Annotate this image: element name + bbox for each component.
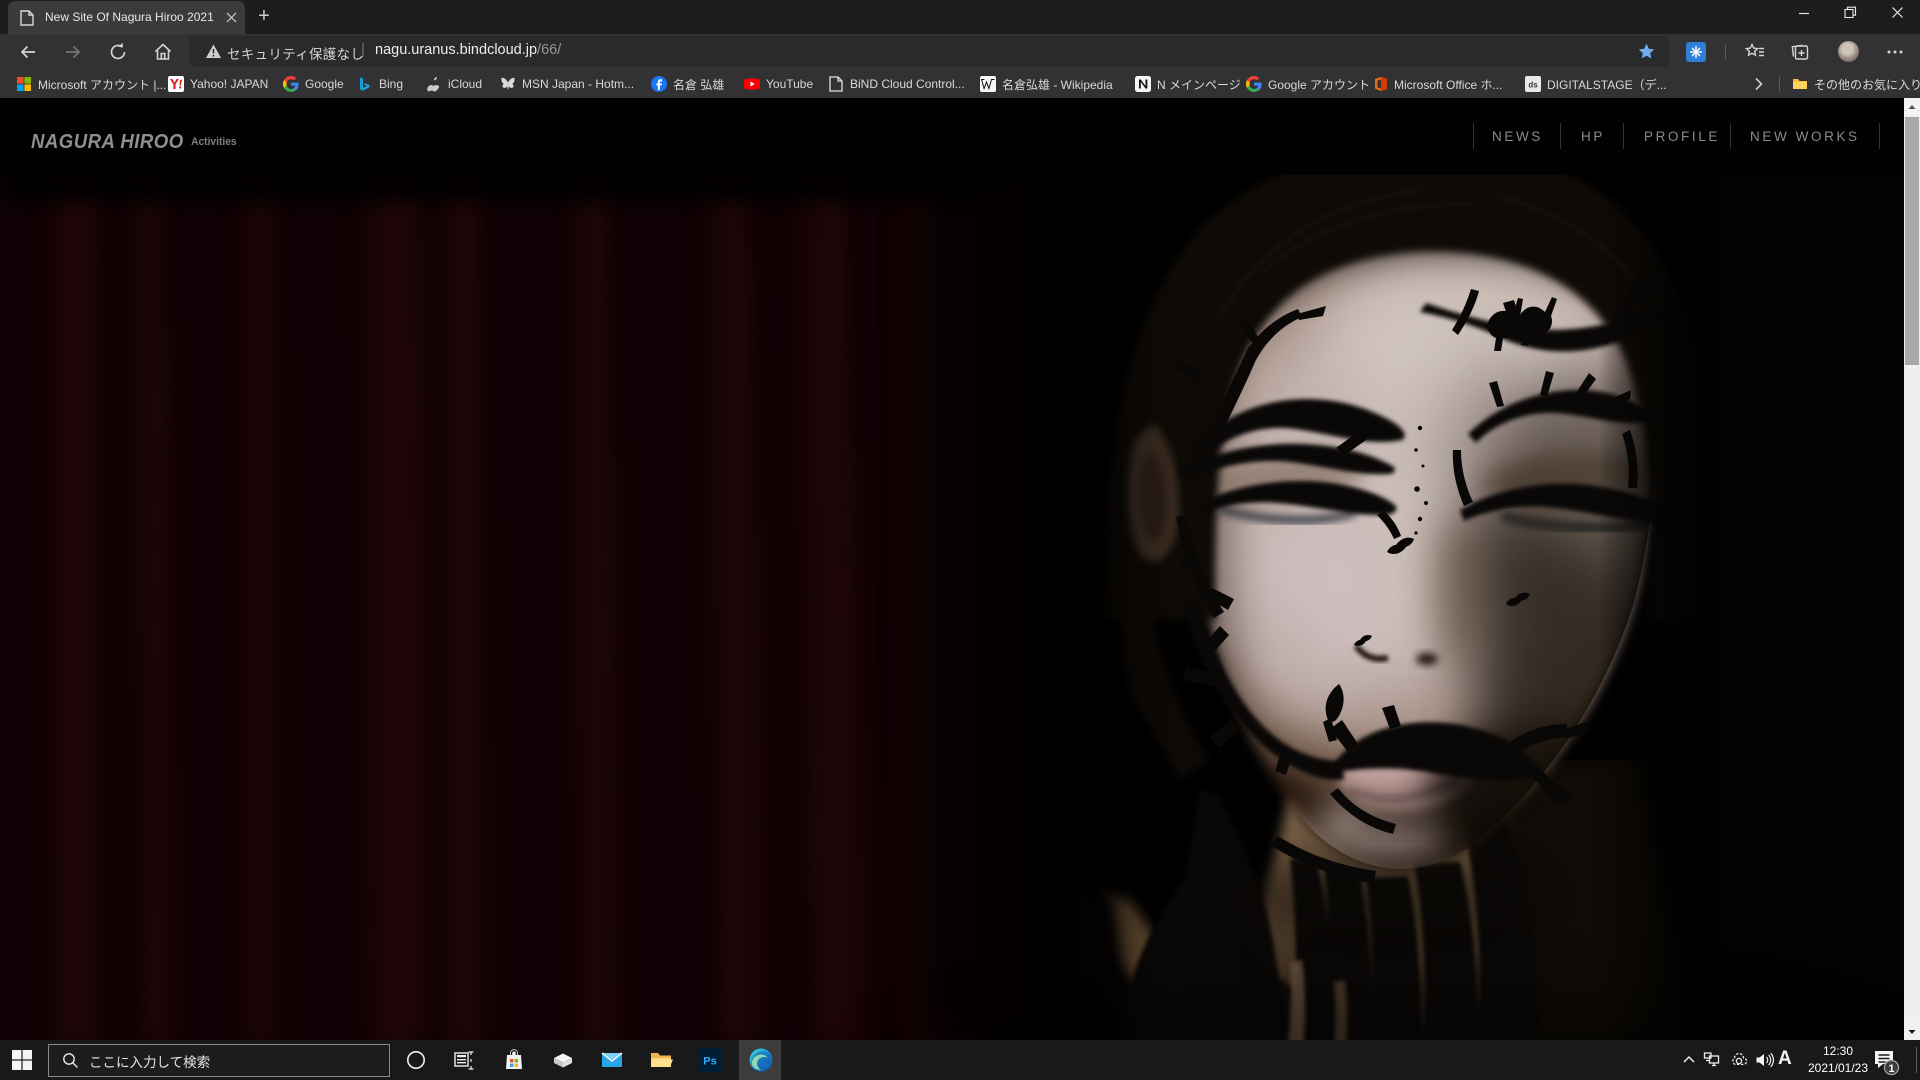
svg-text:Ps: Ps bbox=[703, 1056, 716, 1068]
svg-text:ds: ds bbox=[1528, 81, 1538, 90]
svg-text:1: 1 bbox=[1888, 1063, 1894, 1075]
